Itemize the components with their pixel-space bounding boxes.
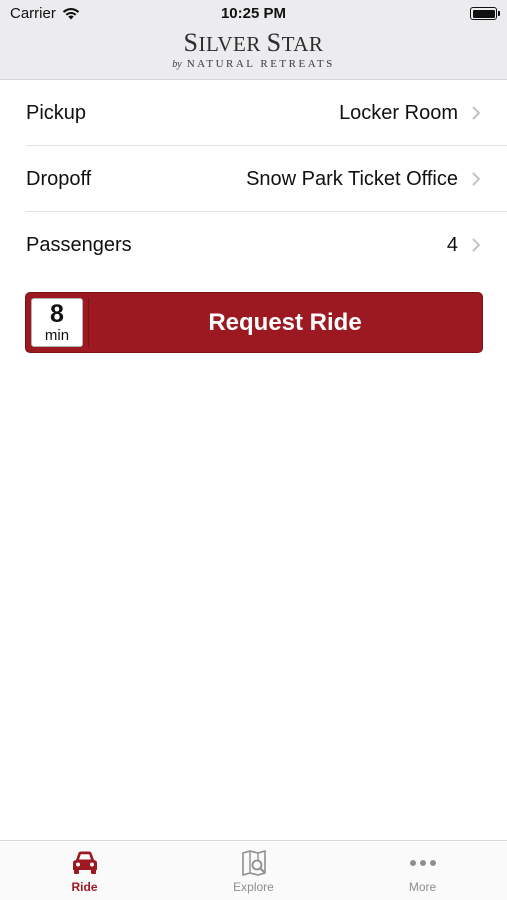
dropoff-value: Snow Park Ticket Office — [246, 167, 458, 190]
status-bar: Carrier 10:25 PM — [0, 0, 507, 28]
ellipsis-icon — [409, 860, 436, 866]
chevron-right-icon — [472, 238, 480, 252]
tab-bar: Ride Explore More — [0, 840, 507, 900]
passengers-label: Passengers — [26, 233, 132, 256]
tab-explore[interactable]: Explore — [169, 841, 338, 900]
tab-explore-label: Explore — [233, 880, 274, 894]
battery-icon — [470, 7, 500, 20]
eta-value: 8 — [50, 300, 64, 328]
chevron-right-icon — [472, 106, 480, 120]
chevron-right-icon — [472, 172, 480, 186]
brand-name: SILVER STAR — [183, 28, 324, 57]
ride-options-list: Pickup Locker Room Dropoff Snow Park Tic… — [0, 80, 507, 278]
eta-unit: min — [44, 327, 70, 344]
tab-more[interactable]: More — [338, 841, 507, 900]
dropoff-label: Dropoff — [26, 167, 92, 190]
map-search-icon — [241, 850, 266, 876]
request-ride-label: Request Ride — [208, 309, 362, 336]
dropoff-row[interactable]: Dropoff Snow Park Ticket Office — [0, 146, 507, 212]
request-ride-button[interactable]: 8 min Request Ride — [25, 292, 483, 353]
pickup-label: Pickup — [26, 101, 87, 124]
eta-badge: 8 min — [31, 298, 83, 347]
pickup-value: Locker Room — [339, 101, 458, 124]
tab-ride[interactable]: Ride — [0, 841, 169, 900]
tab-more-label: More — [408, 880, 437, 894]
passengers-value: 4 — [446, 233, 458, 256]
tab-ride-label: Ride — [71, 880, 98, 894]
app-header: Carrier 10:25 PM SILVER STAR by NATURAL R… — [0, 0, 507, 80]
brand-logo: SILVER STAR by NATURAL RETREATS — [0, 28, 507, 71]
status-time: 10:25 PM — [220, 5, 287, 22]
pickup-row[interactable]: Pickup Locker Room — [0, 80, 507, 146]
brand-subtitle: by NATURAL RETREATS — [172, 58, 335, 70]
passengers-row[interactable]: Passengers 4 — [0, 212, 507, 278]
car-icon — [72, 851, 97, 874]
